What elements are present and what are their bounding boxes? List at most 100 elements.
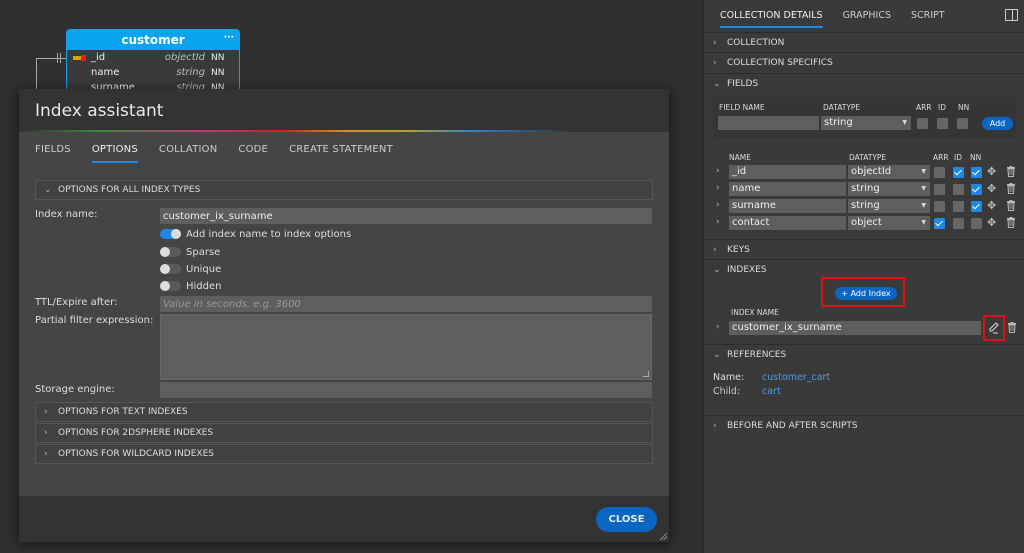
field-nn-checkbox[interactable] [971, 184, 982, 195]
field-datatype-select[interactable]: string ▼ [848, 182, 930, 196]
add-field-button[interactable]: Add [982, 117, 1013, 130]
field-datatype-select[interactable]: object ▼ [848, 216, 930, 230]
field-arr-checkbox[interactable] [934, 201, 945, 212]
toggle-add-index-name[interactable]: Add index name to index options [160, 227, 351, 241]
dialog-resize-grip-icon[interactable] [660, 533, 667, 540]
edit-pencil-icon[interactable] [988, 321, 1000, 334]
new-field-name-input[interactable] [718, 116, 819, 130]
dialog-title: Index assistant [35, 101, 164, 121]
dropdown-caret-icon: ▼ [921, 168, 926, 175]
tab-fields[interactable]: FIELDS [35, 144, 71, 163]
index-item[interactable]: customer_ix_surname [729, 321, 981, 335]
tab-collection-details[interactable]: COLLECTION DETAILS [720, 10, 823, 28]
chevron-right-icon[interactable]: › [716, 217, 720, 227]
move-icon[interactable]: ✥ [987, 183, 998, 194]
field-name-input[interactable]: _id [729, 165, 846, 179]
new-field-nn-checkbox[interactable] [957, 118, 968, 129]
entity-field-row[interactable]: name string NN [67, 65, 239, 80]
field-nn-checkbox[interactable] [971, 167, 982, 178]
dialog-tabs: FIELDS OPTIONS COLLATION CODE CREATE STA… [35, 144, 414, 163]
section-options-all-index-types[interactable]: ⌄ OPTIONS FOR ALL INDEX TYPES [35, 180, 653, 200]
reference-name-link[interactable]: customer_cart [762, 372, 830, 383]
fields-nn-header: NN [970, 153, 982, 162]
field-name-input[interactable]: name [729, 182, 846, 196]
tab-collation[interactable]: COLLATION [159, 144, 218, 163]
resize-grip-icon[interactable] [643, 371, 649, 377]
tab-options[interactable]: OPTIONS [91, 144, 138, 163]
dropdown-caret-icon: ▼ [902, 119, 907, 126]
field-arr-checkbox[interactable] [934, 184, 945, 195]
chevron-right-icon[interactable]: › [716, 166, 720, 176]
tab-create-statement[interactable]: CREATE STATEMENT [289, 144, 393, 163]
field-name-input[interactable]: surname [729, 199, 846, 213]
toggle-switch[interactable] [160, 247, 181, 257]
add-field-form: FIELD NAME DATATYPE ARR ID NN string ▼ A… [713, 97, 1016, 138]
field-id-checkbox[interactable] [953, 218, 964, 229]
delete-field-trash-icon[interactable] [1006, 200, 1016, 211]
toggle-unique[interactable]: Unique [160, 262, 221, 276]
section-indexes[interactable]: ⌄ INDEXES [704, 259, 1024, 279]
toggle-label: Add index name to index options [186, 228, 352, 240]
chevron-right-icon[interactable]: › [716, 183, 720, 193]
tab-script[interactable]: SCRIPT [911, 10, 945, 28]
panel-layout-icon[interactable] [1005, 9, 1018, 21]
entity-field-name: _id [91, 52, 106, 63]
tab-graphics[interactable]: GRAPHICS [843, 10, 891, 28]
new-field-id-checkbox[interactable] [937, 118, 948, 129]
field-id-checkbox[interactable] [953, 184, 964, 195]
chevron-right-icon: › [44, 449, 48, 459]
toggle-switch[interactable] [160, 281, 181, 291]
chevron-right-icon: › [713, 37, 717, 48]
field-id-checkbox[interactable] [953, 201, 964, 212]
reference-child-link[interactable]: cart [762, 386, 781, 397]
section-collection-specifics[interactable]: › COLLECTION SPECIFICS [704, 52, 1024, 72]
chevron-right-icon[interactable]: › [716, 322, 720, 332]
entity-field-row[interactable]: _id objectId NN [67, 50, 239, 65]
toggle-switch[interactable] [160, 264, 181, 274]
add-index-button[interactable]: + Add Index [835, 287, 897, 300]
select-value: string [824, 117, 853, 128]
field-nn-checkbox[interactable] [971, 201, 982, 212]
datatype-header: DATATYPE [823, 103, 861, 112]
section-text-indexes[interactable]: › OPTIONS FOR TEXT INDEXES [35, 402, 653, 422]
move-icon[interactable]: ✥ [987, 200, 998, 211]
delete-index-trash-icon[interactable] [1007, 322, 1017, 333]
tab-code[interactable]: CODE [238, 144, 268, 163]
storage-engine-input[interactable] [160, 382, 652, 398]
section-label: KEYS [727, 244, 750, 255]
new-field-arr-checkbox[interactable] [917, 118, 928, 129]
section-collection[interactable]: › COLLECTION [704, 32, 1024, 52]
field-arr-checkbox[interactable] [934, 218, 945, 229]
toggle-hidden[interactable]: Hidden [160, 279, 221, 293]
field-name-input[interactable]: contact [729, 216, 846, 230]
ttl-input[interactable] [160, 296, 652, 312]
toggle-sparse[interactable]: Sparse [160, 245, 220, 259]
field-datatype-select[interactable]: string ▼ [848, 199, 930, 213]
field-datatype-select[interactable]: objectId ▼ [848, 165, 930, 179]
delete-field-trash-icon[interactable] [1006, 217, 1016, 228]
close-button[interactable]: CLOSE [596, 507, 657, 532]
dropdown-caret-icon: ▼ [921, 219, 926, 226]
move-icon[interactable]: ✥ [987, 217, 998, 228]
entity-header[interactable]: customer ··· [67, 30, 239, 50]
field-arr-checkbox[interactable] [934, 167, 945, 178]
section-before-after-scripts[interactable]: › BEFORE AND AFTER SCRIPTS [704, 415, 1024, 435]
section-wildcard-indexes[interactable]: › OPTIONS FOR WILDCARD INDEXES [35, 444, 653, 464]
delete-field-trash-icon[interactable] [1006, 183, 1016, 194]
chevron-right-icon[interactable]: › [716, 200, 720, 210]
chevron-right-icon: › [713, 244, 717, 255]
new-field-datatype-select[interactable]: string ▼ [821, 116, 911, 130]
section-references[interactable]: ⌄ REFERENCES [704, 344, 1024, 364]
move-icon[interactable]: ✥ [987, 166, 998, 177]
chevron-down-icon: ⌄ [713, 264, 721, 275]
index-name-input[interactable] [160, 208, 652, 224]
delete-field-trash-icon[interactable] [1006, 166, 1016, 177]
partial-filter-textarea[interactable] [160, 314, 652, 380]
field-id-checkbox[interactable] [953, 167, 964, 178]
section-keys[interactable]: › KEYS [704, 239, 1024, 259]
section-2dsphere-indexes[interactable]: › OPTIONS FOR 2DSPHERE INDEXES [35, 423, 653, 443]
toggle-switch[interactable] [160, 229, 181, 239]
section-fields[interactable]: ⌄ FIELDS [704, 73, 1024, 93]
entity-menu-icon[interactable]: ··· [224, 30, 234, 48]
field-nn-checkbox[interactable] [971, 218, 982, 229]
